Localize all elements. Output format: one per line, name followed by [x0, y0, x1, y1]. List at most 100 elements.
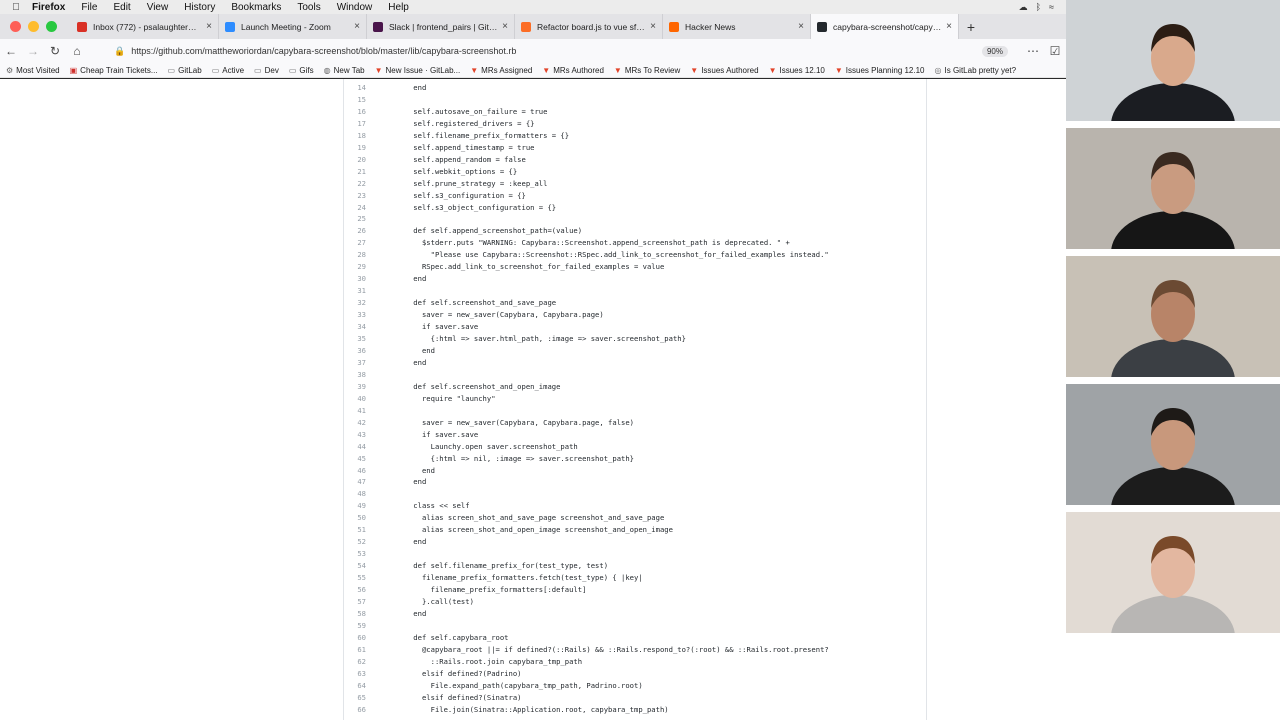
- wifi-icon[interactable]: ≈: [1049, 2, 1054, 13]
- participant-video[interactable]: [1066, 128, 1280, 249]
- menu-file[interactable]: File: [81, 2, 97, 13]
- line-number[interactable]: 36: [344, 345, 396, 357]
- more-actions-icon[interactable]: ⋯: [1022, 44, 1044, 58]
- line-number[interactable]: 20: [344, 154, 396, 166]
- close-tab-icon[interactable]: ×: [946, 21, 952, 32]
- line-number[interactable]: 63: [344, 668, 396, 680]
- bookmark-item[interactable]: ▼ MRs To Review: [614, 66, 680, 75]
- line-number[interactable]: 31: [344, 285, 396, 297]
- forward-button[interactable]: →: [22, 44, 44, 58]
- browser-tab[interactable]: Launch Meeting - Zoom ×: [219, 14, 367, 39]
- line-number[interactable]: 53: [344, 548, 396, 560]
- line-number[interactable]: 44: [344, 441, 396, 453]
- line-number[interactable]: 34: [344, 321, 396, 333]
- line-number[interactable]: 24: [344, 202, 396, 214]
- line-number[interactable]: 47: [344, 476, 396, 488]
- line-number[interactable]: 38: [344, 369, 396, 381]
- line-number[interactable]: 18: [344, 130, 396, 142]
- line-number[interactable]: 16: [344, 106, 396, 118]
- menu-bookmarks[interactable]: Bookmarks: [231, 2, 281, 13]
- zoom-level-badge[interactable]: 90%: [981, 45, 1008, 57]
- bookmark-item[interactable]: ▭ Active: [212, 66, 244, 75]
- bluetooth-icon[interactable]: ᛒ: [1036, 2, 1041, 13]
- line-number[interactable]: 26: [344, 225, 396, 237]
- line-number[interactable]: 54: [344, 560, 396, 572]
- line-number[interactable]: 57: [344, 596, 396, 608]
- bookmark-item[interactable]: ▭ Gifs: [289, 66, 314, 75]
- line-number[interactable]: 59: [344, 620, 396, 632]
- line-number[interactable]: 50: [344, 512, 396, 524]
- bookmark-item[interactable]: ▼ Issues 12.10: [769, 66, 825, 75]
- close-tab-icon[interactable]: ×: [650, 21, 656, 32]
- line-number[interactable]: 30: [344, 273, 396, 285]
- browser-tab[interactable]: capybara-screenshot/capybara ×: [811, 14, 959, 39]
- bookmark-item[interactable]: ◎ Is GitLab pretty yet?: [935, 66, 1017, 75]
- line-number[interactable]: 51: [344, 524, 396, 536]
- close-tab-icon[interactable]: ×: [502, 21, 508, 32]
- url-text[interactable]: https://github.com/mattheworiordan/capyb…: [131, 46, 972, 56]
- menu-app-name[interactable]: Firefox: [32, 2, 65, 13]
- bookmark-item[interactable]: ▼ MRs Authored: [542, 66, 604, 75]
- line-number[interactable]: 45: [344, 453, 396, 465]
- menu-tools[interactable]: Tools: [297, 2, 320, 13]
- line-number[interactable]: 17: [344, 118, 396, 130]
- cloud-icon[interactable]: ☁: [1019, 2, 1028, 13]
- line-number[interactable]: 56: [344, 584, 396, 596]
- new-tab-button[interactable]: +: [959, 19, 983, 35]
- line-number[interactable]: 64: [344, 680, 396, 692]
- lock-icon[interactable]: 🔒: [114, 46, 125, 57]
- menu-history[interactable]: History: [184, 2, 215, 13]
- home-button[interactable]: ⌂: [66, 44, 88, 58]
- bookmark-item[interactable]: ▼ New Issue · GitLab...: [375, 66, 461, 75]
- line-number[interactable]: 46: [344, 465, 396, 477]
- browser-tab[interactable]: Slack | frontend_pairs | GitLab ×: [367, 14, 515, 39]
- line-number[interactable]: 37: [344, 357, 396, 369]
- line-number[interactable]: 15: [344, 94, 396, 106]
- minimize-window-icon[interactable]: [28, 21, 39, 32]
- line-number[interactable]: 43: [344, 429, 396, 441]
- bookmark-item[interactable]: ◍ New Tab: [324, 66, 365, 75]
- line-number[interactable]: 35: [344, 333, 396, 345]
- line-number[interactable]: 58: [344, 608, 396, 620]
- bookmark-item[interactable]: ▼ MRs Assigned: [470, 66, 532, 75]
- line-number[interactable]: 52: [344, 536, 396, 548]
- line-number[interactable]: 49: [344, 500, 396, 512]
- line-number[interactable]: 62: [344, 656, 396, 668]
- line-number[interactable]: 21: [344, 166, 396, 178]
- line-number[interactable]: 32: [344, 297, 396, 309]
- line-number[interactable]: 23: [344, 190, 396, 202]
- participant-video[interactable]: [1066, 512, 1280, 633]
- close-window-icon[interactable]: [10, 21, 21, 32]
- line-number[interactable]: 40: [344, 393, 396, 405]
- participant-video[interactable]: [1066, 256, 1280, 377]
- apple-icon[interactable]: : [0, 2, 32, 13]
- line-number[interactable]: 14: [344, 82, 396, 94]
- menu-window[interactable]: Window: [337, 2, 373, 13]
- line-number[interactable]: 28: [344, 249, 396, 261]
- line-number[interactable]: 55: [344, 572, 396, 584]
- back-button[interactable]: ←: [0, 44, 22, 58]
- participant-video[interactable]: [1066, 384, 1280, 505]
- browser-tab[interactable]: Inbox (772) - psalaughter@gitlab ×: [71, 14, 219, 39]
- line-number[interactable]: 48: [344, 488, 396, 500]
- line-number[interactable]: 27: [344, 237, 396, 249]
- participant-video[interactable]: [1066, 0, 1280, 121]
- line-number[interactable]: 66: [344, 704, 396, 716]
- line-number[interactable]: 42: [344, 417, 396, 429]
- line-number[interactable]: 39: [344, 381, 396, 393]
- line-number[interactable]: 61: [344, 644, 396, 656]
- line-number[interactable]: 33: [344, 309, 396, 321]
- menu-view[interactable]: View: [147, 2, 169, 13]
- line-number[interactable]: 29: [344, 261, 396, 273]
- close-tab-icon[interactable]: ×: [354, 21, 360, 32]
- close-tab-icon[interactable]: ×: [798, 21, 804, 32]
- line-number[interactable]: 41: [344, 405, 396, 417]
- bookmark-item[interactable]: ▼ Issues Planning 12.10: [835, 66, 925, 75]
- bookmark-item[interactable]: ▼ Issues Authored: [690, 66, 758, 75]
- line-number[interactable]: 60: [344, 632, 396, 644]
- bookmark-item[interactable]: ▭ GitLab: [168, 66, 202, 75]
- browser-tab[interactable]: Hacker News ×: [663, 14, 811, 39]
- close-tab-icon[interactable]: ×: [206, 21, 212, 32]
- line-number[interactable]: 65: [344, 692, 396, 704]
- bookmark-item[interactable]: ▣ Cheap Train Tickets...: [70, 66, 158, 75]
